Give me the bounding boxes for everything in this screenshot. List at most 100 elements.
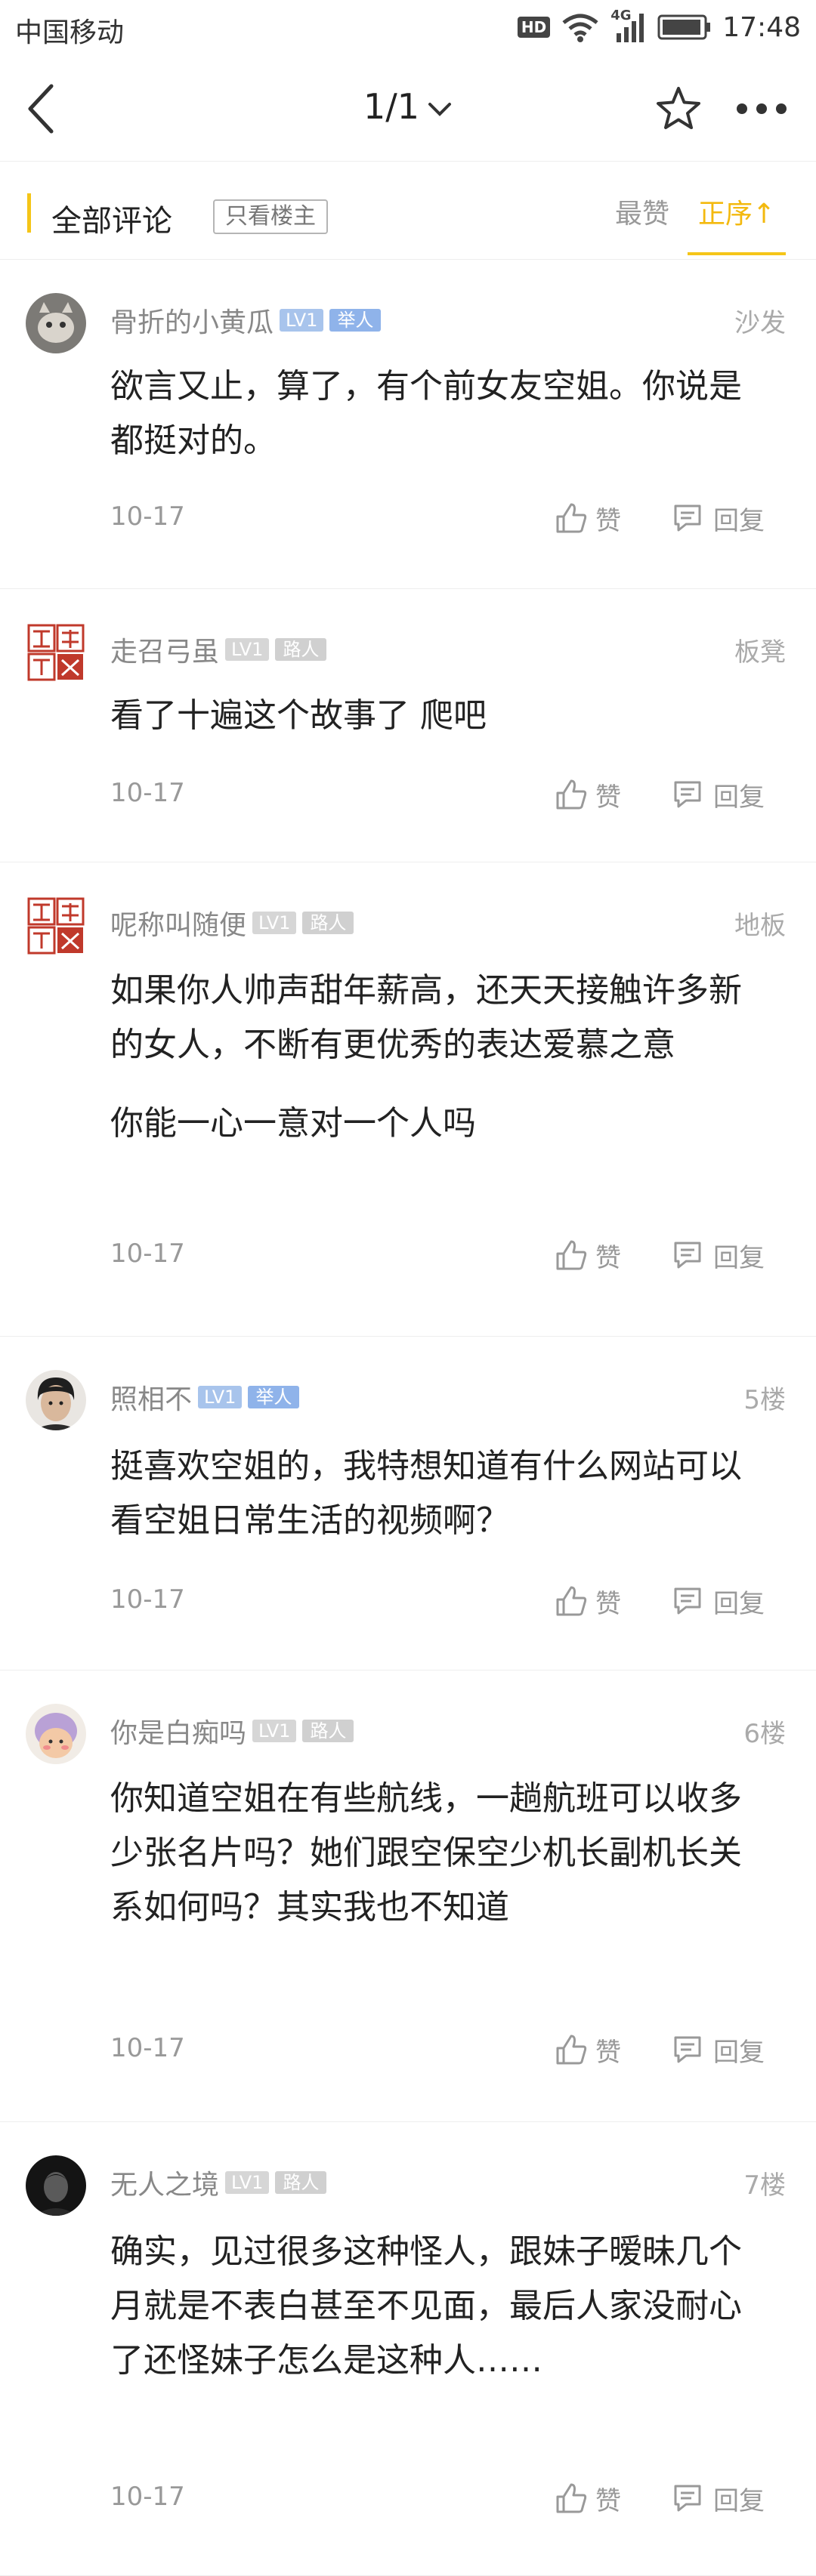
- comment-item: 骨折的小黄瓜 LV1 举人 沙发 欲言又止，算了，有个前女友空姐。你说是都挺对的…: [0, 260, 816, 589]
- comment-text: 确实，见过很多这种怪人，跟妹子暧昧几个月就是不表白甚至不见面，最后人家没耐心了还…: [110, 2225, 745, 2388]
- comment-date: 10-17: [110, 2482, 185, 2512]
- like-button[interactable]: 赞: [555, 1234, 621, 1276]
- comment-date: 10-17: [110, 778, 185, 808]
- status-icons: HD 4G 17:48: [517, 8, 801, 44]
- floor-label: 沙发: [734, 308, 786, 338]
- reply-button[interactable]: 回复: [671, 2028, 765, 2071]
- comment-item: 你是白痴吗 LV1 路人 6楼 你知道空姐在有些航线，一趟航班可以收多少张名片吗…: [0, 1671, 816, 2122]
- avatar[interactable]: [26, 1704, 86, 1764]
- reply-bubble-icon: [674, 781, 701, 808]
- avatar[interactable]: [26, 622, 86, 683]
- comment-text: 你知道空姐在有些航线，一趟航班可以收多少张名片吗？她们跟空保空少机长副机长关系如…: [110, 1772, 745, 1935]
- reply-button[interactable]: 回复: [671, 1580, 765, 1622]
- reply-button[interactable]: 回复: [671, 773, 765, 816]
- reply-label: 回复: [713, 1242, 765, 1273]
- comment-date: 10-17: [110, 2033, 185, 2063]
- reply-label: 回复: [713, 1588, 765, 1619]
- username[interactable]: 无人之境: [110, 2163, 219, 2202]
- like-button[interactable]: 赞: [555, 497, 621, 539]
- reply-bubble-icon: [674, 2036, 701, 2063]
- role-badge: 举人: [329, 309, 382, 332]
- reply-label: 回复: [713, 2485, 765, 2516]
- wifi-icon: [562, 14, 598, 42]
- like-label: 赞: [595, 2037, 621, 2068]
- thumbs-up-icon: [556, 503, 587, 533]
- reply-button[interactable]: 回复: [671, 497, 765, 539]
- active-tab-underline: [688, 252, 786, 255]
- like-label: 赞: [595, 2485, 621, 2516]
- avatar[interactable]: [26, 1370, 86, 1430]
- like-label: 赞: [595, 1588, 621, 1619]
- user-info: 你是白痴吗 LV1 路人: [110, 1711, 354, 1751]
- thumbs-up-icon: [556, 2035, 587, 2065]
- reply-bubble-icon: [674, 1587, 701, 1615]
- hd-icon: HD: [517, 17, 551, 38]
- comment-filter-bar: 全部评论 只看楼主 最赞 正序↑: [0, 162, 816, 260]
- comment-text: 看了十遍这个故事了 爬吧: [110, 689, 745, 743]
- user-info: 呢称叫随便 LV1 路人: [110, 903, 354, 942]
- username[interactable]: 走召弓虽: [110, 630, 219, 669]
- reply-button[interactable]: 回复: [671, 1234, 765, 1276]
- sort-ascending-tab[interactable]: 正序↑: [698, 192, 775, 231]
- avatar[interactable]: [26, 2155, 86, 2216]
- more-options-icon[interactable]: [733, 100, 790, 118]
- avatar[interactable]: [26, 293, 86, 353]
- reply-label: 回复: [713, 782, 765, 813]
- all-comments-title: 全部评论: [51, 204, 172, 239]
- level-badge: LV1: [252, 912, 297, 934]
- username[interactable]: 你是白痴吗: [110, 1711, 246, 1751]
- status-time: 17:48: [722, 11, 801, 43]
- role-badge: 路人: [275, 2171, 327, 2194]
- level-badge: LV1: [198, 1386, 243, 1408]
- floor-label: 6楼: [743, 1719, 786, 1749]
- comment-item: 照相不 LV1 举人 5楼 挺喜欢空姐的，我特想知道有什么网站可以看空姐日常生活…: [0, 1337, 816, 1671]
- star-icon[interactable]: [654, 85, 703, 133]
- comment-date: 10-17: [110, 1239, 185, 1269]
- like-button[interactable]: 赞: [555, 1580, 621, 1622]
- level-badge: LV1: [225, 638, 270, 661]
- reply-label: 回复: [713, 505, 765, 536]
- user-info: 照相不 LV1 举人: [110, 1377, 300, 1417]
- reply-button[interactable]: 回复: [671, 2477, 765, 2519]
- sort-most-liked-tab[interactable]: 最赞: [615, 192, 669, 231]
- floor-label: 5楼: [743, 1385, 786, 1415]
- avatar[interactable]: [26, 896, 86, 956]
- page-indicator-label: 1/1: [363, 86, 420, 127]
- comment-paragraph: 如果你人帅声甜年薪高，还天天接触许多新的女人，不断有更优秀的表达爱慕之意: [110, 971, 742, 1064]
- username[interactable]: 呢称叫随便: [110, 903, 246, 942]
- thumbs-up-icon: [556, 1586, 587, 1616]
- reply-label: 回复: [713, 2037, 765, 2068]
- carrier-name: 中国移动: [15, 17, 125, 48]
- comment-item: 走召弓虽 LV1 路人 板凳 看了十遍这个故事了 爬吧 10-17 赞 回复: [0, 589, 816, 862]
- role-badge: 路人: [302, 1720, 354, 1742]
- comment-text: 挺喜欢空姐的，我特想知道有什么网站可以看空姐日常生活的视频啊？: [110, 1439, 745, 1548]
- owner-only-button[interactable]: 只看楼主: [213, 199, 328, 234]
- chevron-down-icon: [428, 102, 452, 116]
- comment-paragraph: 欲言又止，算了，有个前女友空姐。你说是都挺对的。: [110, 367, 742, 460]
- like-button[interactable]: 赞: [555, 2028, 621, 2071]
- role-badge: 路人: [302, 912, 354, 934]
- nav-bar: 1/1: [0, 56, 816, 162]
- comment-date: 10-17: [110, 1584, 185, 1615]
- comment-item: 呢称叫随便 LV1 路人 地板 如果你人帅声甜年薪高，还天天接触许多新的女人，不…: [0, 862, 816, 1337]
- like-button[interactable]: 赞: [555, 2477, 621, 2519]
- level-badge: LV1: [280, 309, 324, 332]
- user-info: 骨折的小黄瓜 LV1 举人: [110, 301, 382, 340]
- like-button[interactable]: 赞: [555, 773, 621, 816]
- status-bar: 中国移动 HD 4G 17:48: [0, 0, 816, 56]
- floor-label: 7楼: [743, 2170, 786, 2201]
- thumbs-up-icon: [556, 2483, 587, 2513]
- role-badge: 举人: [248, 1386, 300, 1408]
- comment-paragraph: 确实，见过很多这种怪人，跟妹子暧昧几个月就是不表白甚至不见面，最后人家没耐心了还…: [110, 2232, 742, 2380]
- comment-paragraph: 看了十遍这个故事了 爬吧: [110, 696, 487, 735]
- username[interactable]: 骨折的小黄瓜: [110, 301, 274, 340]
- comment-item: 无人之境 LV1 路人 7楼 确实，见过很多这种怪人，跟妹子暧昧几个月就是不表白…: [0, 2122, 816, 2576]
- battery-icon: [657, 14, 711, 40]
- like-label: 赞: [595, 782, 621, 813]
- comment-paragraph: 你能一心一意对一个人吗: [110, 1104, 476, 1143]
- reply-bubble-icon: [674, 504, 701, 532]
- section-accent-bar: [27, 193, 31, 233]
- reply-bubble-icon: [674, 1242, 701, 1269]
- floor-label: 板凳: [734, 637, 786, 668]
- username[interactable]: 照相不: [110, 1377, 192, 1417]
